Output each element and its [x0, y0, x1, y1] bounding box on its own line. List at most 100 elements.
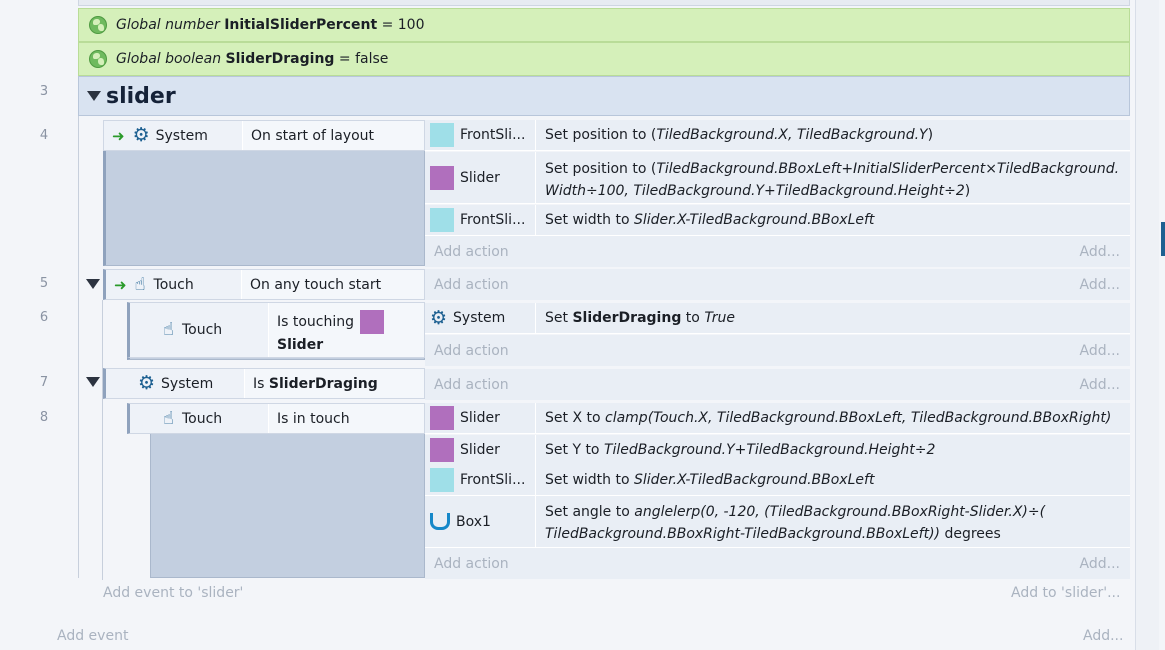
action-expr: TiledBackground.BBoxLeft+InitialSliderPe…: [656, 161, 1120, 177]
add-action-row[interactable]: Add action Add...: [425, 269, 1130, 300]
globe-icon: [89, 16, 107, 34]
action-object: ⚙ System: [425, 303, 536, 333]
add-action-row[interactable]: Add action Add...: [425, 548, 1130, 579]
triangle-down-icon[interactable]: [86, 377, 100, 387]
add-action-row[interactable]: Add action Add...: [425, 369, 1130, 400]
action-row[interactable]: ⚙ System Set SliderDraging to True: [425, 303, 1130, 334]
condition-object: ➜ ☝ Touch: [106, 270, 242, 299]
action-row[interactable]: Slider Set position to (TiledBackground.…: [425, 152, 1130, 204]
add-more-link[interactable]: Add...: [1080, 277, 1120, 293]
add-action-link[interactable]: Add action: [434, 244, 509, 260]
trigger-arrow-icon: ➜: [114, 275, 127, 294]
add-more-link[interactable]: Add...: [1080, 343, 1120, 359]
action-row[interactable]: FrontSli... Set width to Slider.X-TiledB…: [425, 205, 1130, 236]
sprite-icon: [360, 310, 385, 334]
action-expr: TiledBackground.X, TiledBackground.Y: [656, 127, 928, 143]
add-event-link[interactable]: Add event: [57, 628, 128, 644]
add-action-row[interactable]: Add action Add...: [425, 236, 1130, 267]
global-variable-row[interactable]: Global number InitialSliderPercent = 100: [78, 8, 1130, 42]
condition-is-in-touch[interactable]: ☝ Touch Is in touch: [127, 403, 425, 434]
global-variable-row[interactable]: Global boolean SliderDraging = false: [78, 42, 1130, 76]
condition-on-any-touch-start[interactable]: ➜ ☝ Touch On any touch start: [103, 269, 425, 300]
add-more-link[interactable]: Add...: [1080, 244, 1120, 260]
condition-text: On any touch start: [242, 270, 424, 299]
line-number: 7: [39, 375, 49, 390]
action-text: Set position to (TiledBackground.X, Tile…: [536, 120, 1130, 150]
condition-text: Is SliderDraging: [245, 369, 424, 398]
action-expr: Slider.X-TiledBackground.BBoxLeft: [633, 212, 875, 228]
object-label: System: [453, 310, 506, 326]
action-text: Set width to Slider.X-TiledBackground.BB…: [536, 465, 1130, 495]
action-expr: anglelerp(0, -120, (TiledBackground.BBox…: [634, 504, 1046, 520]
add-action-link[interactable]: Add action: [434, 377, 509, 393]
add-action-link[interactable]: Add action: [434, 556, 509, 572]
triangle-down-icon[interactable]: [87, 91, 101, 101]
action-label: Set width to: [545, 472, 630, 488]
variable-type: Global boolean: [116, 51, 222, 67]
action-object: Slider: [425, 152, 536, 203]
condition-on-start-of-layout[interactable]: ➜ ⚙ System On start of layout: [103, 120, 425, 151]
action-row[interactable]: Box1 Set angle to anglelerp(0, -120, (Ti…: [425, 496, 1130, 548]
condition-object: ⚙ System: [106, 369, 245, 398]
action-text: Set position to (TiledBackground.BBoxLef…: [545, 161, 1120, 199]
line-number: 3: [39, 84, 49, 99]
action-row[interactable]: Slider Set X to clamp(Touch.X, TiledBack…: [425, 403, 1130, 434]
add-more-link[interactable]: Add...: [1080, 556, 1120, 572]
add-more-link[interactable]: Add...: [1083, 628, 1123, 644]
condition-object: ☝ Touch: [130, 303, 269, 357]
gear-icon: ⚙: [132, 124, 150, 146]
scroll-indicator[interactable]: [1161, 222, 1165, 256]
hand-pointer-icon: ☝: [134, 273, 146, 295]
add-action-link[interactable]: Add action: [434, 277, 509, 293]
action-label: Set position to (TiledBackground.X, Tile…: [545, 127, 934, 143]
line-number: 8: [39, 410, 49, 425]
action-row[interactable]: FrontSli... Set position to (TiledBackgr…: [425, 120, 1130, 151]
object-label: Slider: [460, 169, 500, 186]
group-header-slider[interactable]: slider: [78, 76, 1130, 116]
action-expr: clamp(Touch.X, TiledBackground.BBoxLeft,…: [605, 410, 1112, 426]
action-label: to: [685, 310, 700, 326]
action-variable: SliderDraging: [572, 310, 682, 326]
add-action-row[interactable]: Add action Add...: [425, 335, 1130, 366]
condition-text: Is in touch: [269, 404, 424, 433]
action-object: Slider: [425, 435, 536, 465]
variable-name: InitialSliderPercent: [224, 17, 378, 33]
triangle-down-icon[interactable]: [86, 279, 100, 289]
line-number: 5: [39, 276, 49, 291]
action-text: Set width to Slider.X-TiledBackground.BB…: [545, 212, 875, 228]
object-label: FrontSli...: [460, 472, 526, 488]
sprite-icon: [430, 165, 454, 190]
variable-type: Global number: [116, 17, 220, 33]
action-value: True: [704, 310, 736, 326]
vertical-scrollbar[interactable]: [1135, 0, 1159, 650]
box-u-icon: [430, 513, 450, 530]
action-text: Set X to clamp(Touch.X, TiledBackground.…: [536, 403, 1130, 433]
action-label: Set X to: [545, 410, 601, 426]
action-expr: Slider.X-TiledBackground.BBoxLeft: [634, 472, 875, 488]
hand-pointer-icon: ☝: [163, 319, 174, 340]
object-label: FrontSli...: [460, 127, 526, 143]
add-event-to-group-link[interactable]: Add event to 'slider': [103, 585, 243, 601]
condition-is-touching[interactable]: ☝ Touch Is touching Slider: [127, 302, 425, 358]
object-label: System: [155, 127, 208, 144]
action-row[interactable]: FrontSli... Set width to Slider.X-TiledB…: [425, 465, 1130, 496]
action-expr: TiledBackground.BBoxRight-TiledBackgroun…: [545, 526, 940, 542]
object-label: Touch: [181, 410, 223, 427]
condition-label: Is: [253, 375, 265, 392]
line-number: 6: [39, 310, 49, 325]
object-label: Box1: [456, 513, 491, 530]
group-title: slider: [106, 83, 176, 109]
object-label: Touch: [181, 322, 223, 338]
hand-pointer-icon: ☝: [163, 407, 174, 429]
action-text: Set angle to anglelerp(0, -120, (TiledBa…: [536, 496, 1130, 547]
add-more-link[interactable]: Add...: [1080, 377, 1120, 393]
add-action-link[interactable]: Add action: [434, 343, 509, 359]
sprite-icon: [430, 123, 454, 147]
action-row[interactable]: Slider Set Y to TiledBackground.Y+TiledB…: [425, 435, 1130, 466]
condition-is-sliderdraging[interactable]: ⚙ System Is SliderDraging: [103, 368, 425, 399]
add-to-group-link[interactable]: Add to 'slider'...: [1011, 585, 1120, 601]
trigger-arrow-icon: ➜: [112, 126, 125, 145]
condition-label: Is touching: [277, 314, 355, 330]
action-object: FrontSli...: [425, 465, 536, 495]
variable-value: = false: [338, 51, 389, 67]
